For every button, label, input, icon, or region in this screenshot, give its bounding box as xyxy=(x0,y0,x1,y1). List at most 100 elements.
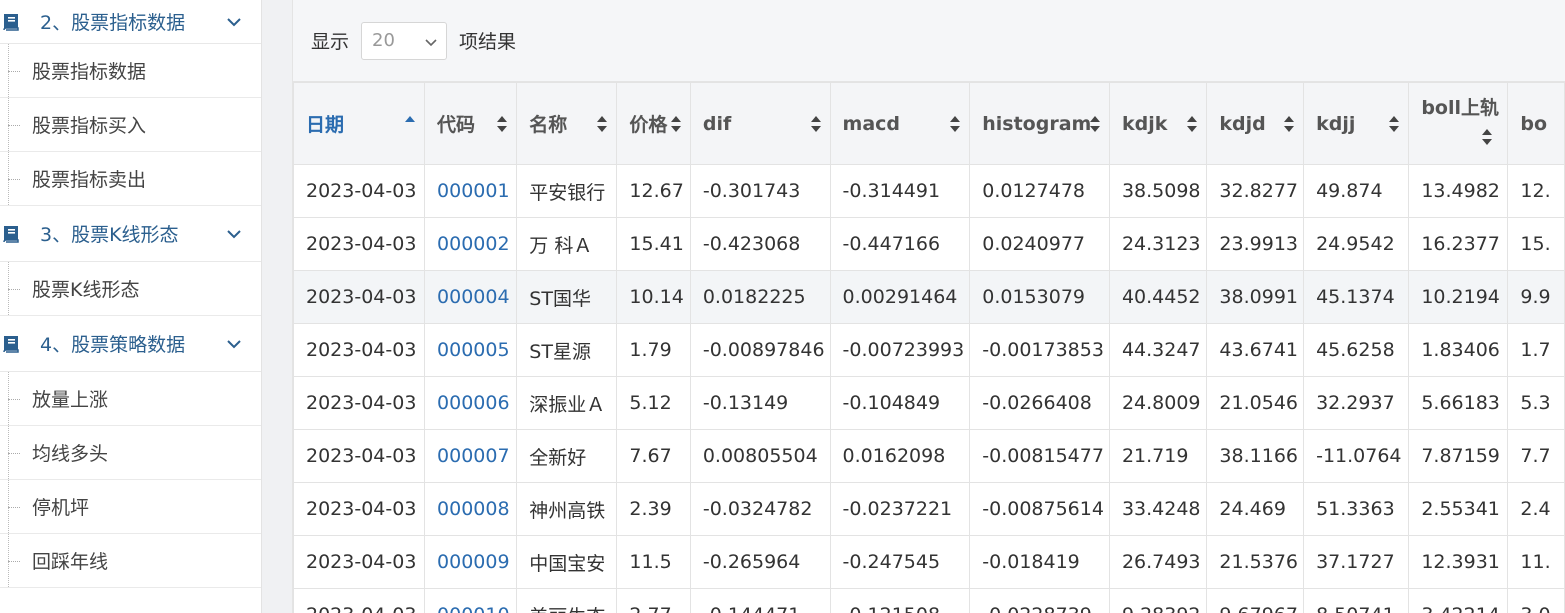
sidebar-item[interactable]: 回踩年线 xyxy=(0,534,261,588)
column-header[interactable]: kdjd xyxy=(1206,82,1305,165)
table-cell: 21.0546 xyxy=(1206,376,1305,430)
table-cell: 000006 xyxy=(424,376,518,430)
table-cell: 24.3123 xyxy=(1108,217,1208,271)
main-content: 显示 20 项结果 日期 代码 名称 价格 dif macd histogram kdjk kd… xyxy=(262,0,1565,613)
table-cell: 38.1166 xyxy=(1206,429,1305,483)
table-cell: 24.469 xyxy=(1206,482,1305,536)
sort-icon xyxy=(497,115,508,132)
table-cell: 2023-04-03 xyxy=(292,164,426,218)
table-cell: 000002 xyxy=(424,217,518,271)
table-cell: -0.144471 xyxy=(689,588,831,613)
table-cell: 11.5 xyxy=(616,535,691,589)
table-cell: -0.447166 xyxy=(829,217,971,271)
table-cell: 16.2377 xyxy=(1408,217,1509,271)
sidebar-item[interactable]: 停机坪 xyxy=(0,480,261,534)
sidebar-item[interactable]: 股票指标买入 xyxy=(0,98,261,152)
table-cell: 38.0991 xyxy=(1206,270,1305,324)
stock-code-link[interactable]: 000002 xyxy=(437,233,510,255)
sort-icon xyxy=(670,115,681,132)
table-cell: 0.00805504 xyxy=(689,429,831,483)
column-header-label: 日期 xyxy=(306,114,345,136)
table-cell: 2.4 xyxy=(1507,482,1565,536)
table-cell: 000001 xyxy=(424,164,518,218)
table-cell: 23.9913 xyxy=(1206,217,1305,271)
column-header[interactable]: histogram xyxy=(969,82,1110,165)
stock-code-link[interactable]: 000009 xyxy=(437,551,510,573)
column-header[interactable]: 日期 xyxy=(292,82,426,165)
chevron-down-icon[interactable] xyxy=(225,13,243,31)
table-cell: 15.41 xyxy=(616,217,691,271)
sort-asc-icon xyxy=(405,115,416,122)
column-header-label: histogram xyxy=(982,112,1092,135)
column-header[interactable]: 代码 xyxy=(424,82,518,165)
chevron-down-icon[interactable] xyxy=(225,225,243,243)
sidebar-item[interactable]: 股票K线形态 xyxy=(0,262,261,316)
stock-code-link[interactable]: 000001 xyxy=(437,180,510,202)
book-icon xyxy=(3,13,19,31)
sidebar-group-3[interactable]: 3、股票K线形态 xyxy=(0,206,261,262)
book-icon xyxy=(3,335,19,353)
table-cell: 5.3 xyxy=(1507,376,1565,430)
table-cell: 2023-04-03 xyxy=(292,323,426,377)
table-row: 2023-04-03 000009 中国宝安 11.5 -0.265964 -0.2475… xyxy=(292,535,1565,589)
table-cell: 000008 xyxy=(424,482,518,536)
table-cell: 13.4982 xyxy=(1408,164,1509,218)
sidebar-group-2[interactable]: 2、股票指标数据 xyxy=(0,0,261,44)
table-cell: 12.67 xyxy=(616,164,691,218)
table-cell: 0.0153079 xyxy=(969,270,1110,324)
table-cell: -0.247545 xyxy=(829,535,971,589)
table-row: 2023-04-03 000004 ST国华 10.14 0.0182225 0.0029… xyxy=(292,270,1565,324)
table-cell: 7.7 xyxy=(1507,429,1565,483)
table-cell: 10.2194 xyxy=(1408,270,1509,324)
table-cell: 37.1727 xyxy=(1303,535,1410,589)
sort-icon xyxy=(1089,115,1100,132)
sidebar-item[interactable]: 放量上涨 xyxy=(0,372,261,426)
table-cell: 43.6741 xyxy=(1206,323,1305,377)
table-row: 2023-04-03 000001 平安银行 12.67 -0.301743 -0.314… xyxy=(292,164,1565,218)
table-cell: 32.8277 xyxy=(1206,164,1305,218)
column-header[interactable]: bo xyxy=(1507,82,1565,165)
sidebar-item[interactable]: 均线多头 xyxy=(0,426,261,480)
stock-code-link[interactable]: 000007 xyxy=(437,445,510,467)
table-cell: 000007 xyxy=(424,429,518,483)
table-cell: -0.104849 xyxy=(829,376,971,430)
stock-code-link[interactable]: 000008 xyxy=(437,498,510,520)
column-header[interactable]: macd xyxy=(829,82,971,165)
table-cell: -0.121508 xyxy=(829,588,971,613)
table-cell: 全新好 xyxy=(516,429,618,483)
column-header[interactable]: kdjk xyxy=(1108,82,1208,165)
table-cell: 32.2937 xyxy=(1303,376,1410,430)
column-header[interactable]: boll上轨 xyxy=(1408,82,1509,165)
stock-code-link[interactable]: 000006 xyxy=(437,392,510,414)
column-header[interactable]: 价格 xyxy=(616,82,691,165)
chevron-down-icon[interactable] xyxy=(225,335,243,353)
table-cell: 2.39 xyxy=(616,482,691,536)
column-header-label: 名称 xyxy=(529,114,568,136)
stock-code-link[interactable]: 000010 xyxy=(437,604,510,613)
table-cell: -0.0237221 xyxy=(829,482,971,536)
column-header[interactable]: 名称 xyxy=(516,82,618,165)
sidebar-item[interactable]: 股票指标数据 xyxy=(0,44,261,98)
page-size-select[interactable]: 20 xyxy=(361,21,448,60)
table-cell: 美丽生态 xyxy=(516,588,618,613)
table-row: 2023-04-03 000005 ST星源 1.79 -0.00897846 -0.00… xyxy=(292,323,1565,377)
table-cell: 5.66183 xyxy=(1408,376,1509,430)
table-cell: -0.13149 xyxy=(689,376,831,430)
table-cell: 3.0 xyxy=(1507,588,1565,613)
table-cell: 000005 xyxy=(424,323,518,377)
column-header[interactable]: dif xyxy=(689,82,831,165)
stock-code-link[interactable]: 000005 xyxy=(437,339,510,361)
table-cell: 10.14 xyxy=(616,270,691,324)
table-cell: -0.314491 xyxy=(829,164,971,218)
sidebar-group-4[interactable]: 4、股票策略数据 xyxy=(0,316,261,372)
sort-icon xyxy=(1284,115,1295,132)
stock-code-link[interactable]: 000004 xyxy=(437,286,510,308)
table-cell: 2023-04-03 xyxy=(292,270,426,324)
results-label: 项结果 xyxy=(459,31,517,53)
table-cell: -0.00173853 xyxy=(969,323,1110,377)
column-header[interactable]: kdjj xyxy=(1303,82,1410,165)
table-cell: 神州高铁 xyxy=(516,482,618,536)
table-cell: 45.1374 xyxy=(1303,270,1410,324)
sidebar-item[interactable]: 股票指标卖出 xyxy=(0,152,261,206)
table-cell: 33.4248 xyxy=(1108,482,1208,536)
